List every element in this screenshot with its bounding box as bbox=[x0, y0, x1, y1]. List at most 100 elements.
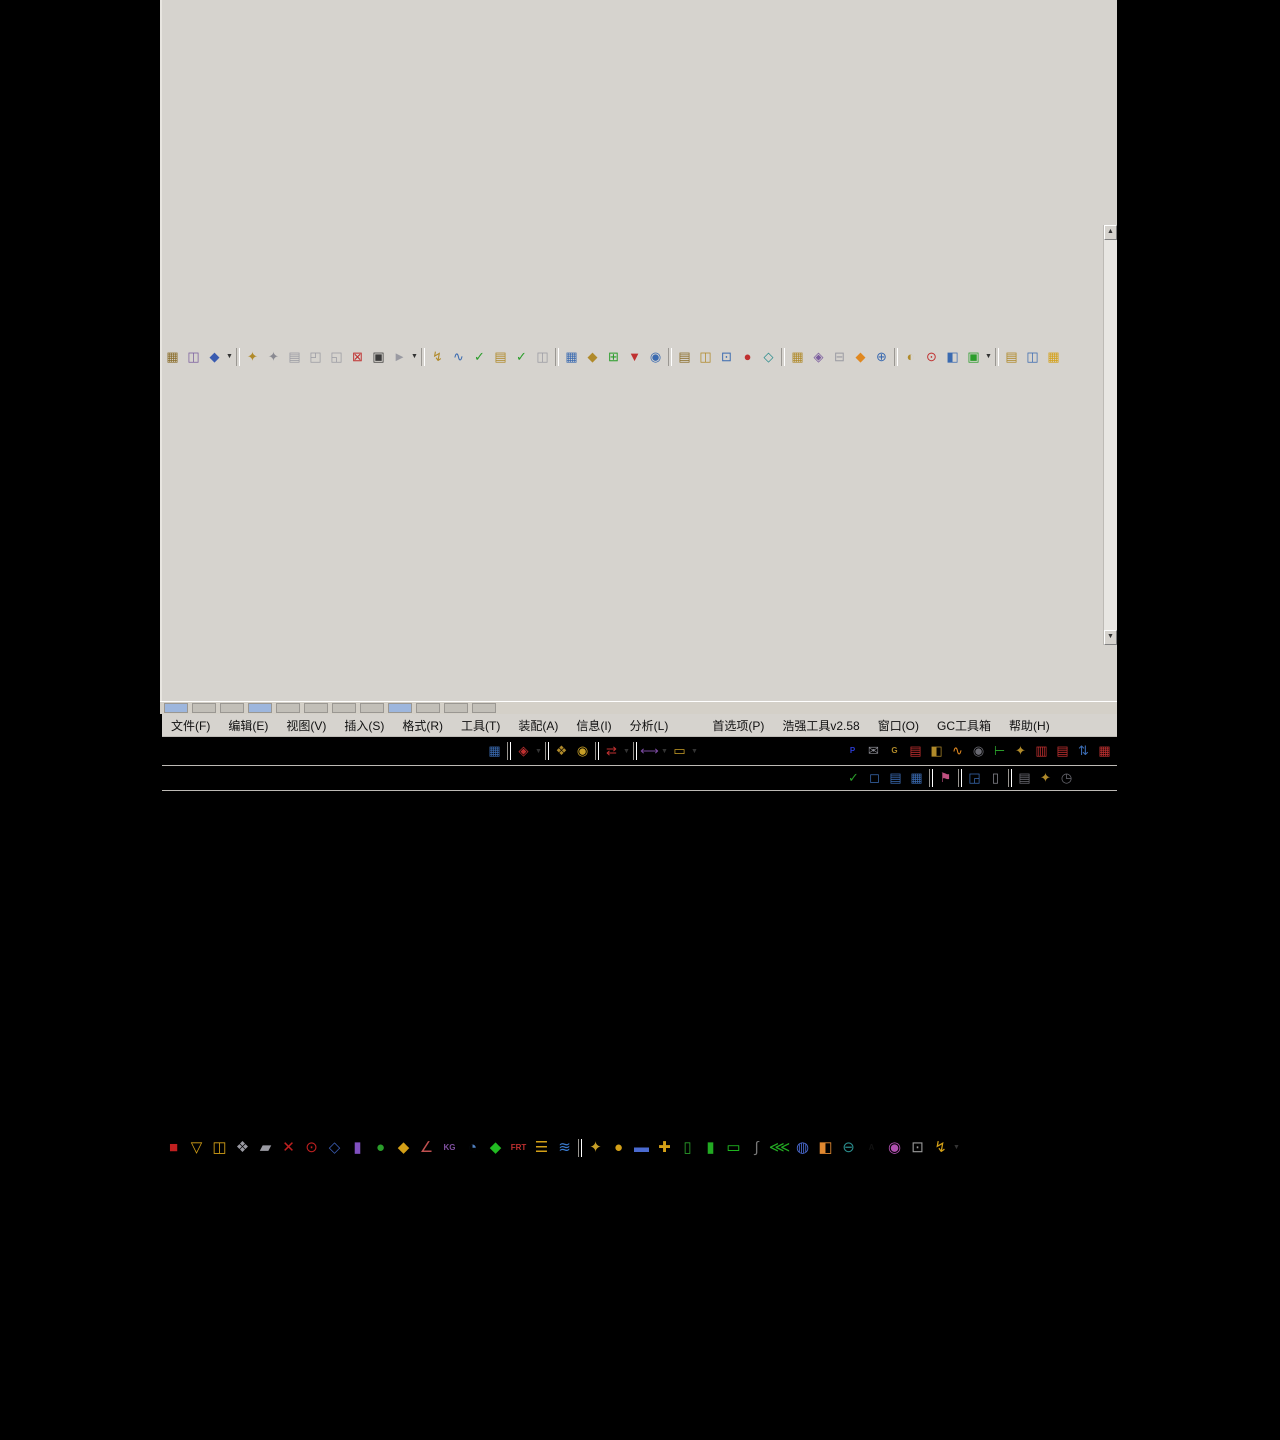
diamond-teal-icon[interactable]: ◇ bbox=[758, 347, 779, 367]
rotate-view-icon[interactable]: ❖ bbox=[551, 741, 572, 761]
component-delete-icon[interactable]: ⊠ bbox=[347, 347, 368, 367]
tool-box-icon[interactable]: ◧ bbox=[926, 741, 947, 761]
ruler-icon[interactable]: ▭ bbox=[669, 741, 690, 761]
frt-icon[interactable]: FRT bbox=[507, 1136, 530, 1160]
menu-item-14[interactable]: 帮助(H) bbox=[1000, 715, 1059, 736]
gem-icon[interactable]: ◈ bbox=[808, 347, 829, 367]
sequence-icon[interactable]: ↯ bbox=[427, 347, 448, 367]
menu-item-9[interactable]: 分析(L) bbox=[621, 715, 678, 736]
menu-item-11[interactable]: 浩强工具v2.58 bbox=[773, 715, 868, 736]
menu-item-8[interactable]: 信息(I) bbox=[567, 715, 620, 736]
dropdown-arrow-icon[interactable]: ▼ bbox=[690, 742, 699, 760]
sheet-gray-icon[interactable]: ▰ bbox=[254, 1136, 277, 1160]
half-icon[interactable]: ◐ bbox=[900, 347, 921, 367]
spheres-icon[interactable]: ● bbox=[607, 1136, 630, 1160]
green-grid-icon[interactable]: ▣ bbox=[963, 347, 984, 367]
generate-check-icon[interactable]: ✓ bbox=[843, 768, 864, 788]
menu-item-2[interactable]: 编辑(E) bbox=[219, 715, 277, 736]
wireframe-edit-icon[interactable]: ◈ bbox=[513, 741, 534, 761]
scroll-down-icon[interactable]: ▼ bbox=[1104, 630, 1117, 645]
dropdown-arrow-icon[interactable]: ▼ bbox=[952, 1139, 961, 1157]
list-gold-icon[interactable]: ▤ bbox=[1001, 347, 1022, 367]
toggle-axis-icon[interactable]: ⇄ bbox=[601, 741, 622, 761]
drop-red-icon[interactable]: ▼ bbox=[624, 347, 645, 367]
dot-bar-icon[interactable]: ▯ bbox=[676, 1136, 699, 1160]
green-fork-icon[interactable]: ⋘ bbox=[768, 1136, 791, 1160]
menu-item-1[interactable]: 文件(F) bbox=[162, 715, 219, 736]
angle-icon[interactable]: ∠ bbox=[415, 1136, 438, 1160]
component-gray-icon[interactable]: ◰ bbox=[305, 347, 326, 367]
spline-icon[interactable]: ∿ bbox=[947, 741, 968, 761]
bolt-gold-icon[interactable]: ↯ bbox=[929, 1136, 952, 1160]
gold-body-icon[interactable]: ◆ bbox=[392, 1136, 415, 1160]
pan-view-icon[interactable]: ◉ bbox=[572, 741, 593, 761]
dropdown-arrow-icon[interactable]: ▼ bbox=[225, 348, 234, 366]
new-part-icon[interactable]: ▦ bbox=[162, 347, 183, 367]
blue-box-icon[interactable]: ◆ bbox=[204, 347, 225, 367]
palette-icon[interactable]: ◉ bbox=[883, 1136, 906, 1160]
red-cube-icon[interactable]: ■ bbox=[162, 1136, 185, 1160]
plane-icon[interactable]: ❖ bbox=[231, 1136, 254, 1160]
component-gray2-icon[interactable]: ◱ bbox=[326, 347, 347, 367]
clock-icon[interactable]: ◷ bbox=[1056, 768, 1077, 788]
collapse-icon[interactable]: ⊟ bbox=[829, 347, 850, 367]
green-rect-icon[interactable]: ▭ bbox=[722, 1136, 745, 1160]
sphere-box-icon[interactable]: ◍ bbox=[791, 1136, 814, 1160]
tray-icon[interactable]: ▽ bbox=[185, 1136, 208, 1160]
wrench-icon[interactable]: ✦ bbox=[1010, 741, 1031, 761]
resequence-icon[interactable]: ⇅ bbox=[1073, 741, 1094, 761]
linked-cubes-icon[interactable]: ◆ bbox=[484, 1136, 507, 1160]
toolpath-list-icon[interactable]: ▤ bbox=[1052, 741, 1073, 761]
reorder-icon[interactable]: ∿ bbox=[448, 347, 469, 367]
dot-red-icon[interactable]: ● bbox=[737, 347, 758, 367]
output-list-icon[interactable]: ▤ bbox=[905, 741, 926, 761]
shade-icon[interactable]: ◧ bbox=[942, 347, 963, 367]
green-pin-icon[interactable]: ▮ bbox=[699, 1136, 722, 1160]
shop-doc-icon[interactable]: ▦ bbox=[906, 768, 927, 788]
component-copy-icon[interactable]: ▤ bbox=[284, 347, 305, 367]
text-icon[interactable]: A bbox=[860, 1136, 883, 1160]
post-nc-icon[interactable]: P bbox=[842, 741, 863, 761]
taskbar[interactable] bbox=[160, 701, 1117, 714]
circle-dim-icon[interactable]: ⊙ bbox=[300, 1136, 323, 1160]
dropdown-arrow-icon[interactable]: ▼ bbox=[534, 742, 543, 760]
doc-icon[interactable]: ▯ bbox=[985, 768, 1006, 788]
component-info-icon[interactable]: ▣ bbox=[368, 347, 389, 367]
rainbow-wand-icon[interactable]: ▮ bbox=[346, 1136, 369, 1160]
layer-stack-icon[interactable]: ≋ bbox=[553, 1136, 576, 1160]
target-blue-icon[interactable]: ◉ bbox=[645, 347, 666, 367]
measure-distance-icon[interactable]: ⟷ bbox=[639, 741, 660, 761]
compare-doc-icon[interactable]: ◫ bbox=[532, 347, 553, 367]
add-grid-icon[interactable]: ⊞ bbox=[603, 347, 624, 367]
flag-icon[interactable]: ⚑ bbox=[935, 768, 956, 788]
tree-list-icon[interactable]: ☰ bbox=[530, 1136, 553, 1160]
pour-icon[interactable]: ◔ bbox=[461, 1136, 484, 1160]
menu-item-4[interactable]: 插入(S) bbox=[335, 715, 393, 736]
menu-item-10[interactable]: 首选项(P) bbox=[703, 715, 773, 736]
section-x-icon[interactable]: ✕ bbox=[277, 1136, 300, 1160]
orange-part-icon[interactable]: ◆ bbox=[850, 347, 871, 367]
orange-cube-icon[interactable]: ◧ bbox=[814, 1136, 837, 1160]
menu-item-13[interactable]: GC工具箱 bbox=[928, 715, 1000, 736]
g-code-icon[interactable]: G bbox=[884, 741, 905, 761]
setup-list-icon[interactable]: ▦ bbox=[1094, 741, 1115, 761]
table-blue-icon[interactable]: ▦ bbox=[561, 347, 582, 367]
tube-icon[interactable]: ▬ bbox=[630, 1136, 653, 1160]
machine-tree-icon[interactable]: ⊢ bbox=[989, 741, 1010, 761]
gold-grid-icon[interactable]: ▦ bbox=[1043, 347, 1064, 367]
gold-part-icon[interactable]: ◆ bbox=[582, 347, 603, 367]
weight-icon[interactable]: KG bbox=[438, 1136, 461, 1160]
verify-face-icon[interactable]: ◉ bbox=[968, 741, 989, 761]
cylinder-green-icon[interactable]: ● bbox=[369, 1136, 392, 1160]
dropdown-arrow-icon[interactable]: ▼ bbox=[622, 742, 631, 760]
bound-box-icon[interactable]: ◫ bbox=[208, 1136, 231, 1160]
circle-red-icon[interactable]: ⊙ bbox=[921, 347, 942, 367]
window-icon[interactable]: ◫ bbox=[695, 347, 716, 367]
plus-circle-icon[interactable]: ⊕ bbox=[871, 347, 892, 367]
menu-item-12[interactable]: 窗口(O) bbox=[869, 715, 928, 736]
component-wrench-icon[interactable]: ✦ bbox=[242, 347, 263, 367]
pattern-icon[interactable]: ⊡ bbox=[906, 1136, 929, 1160]
curve-dim-icon[interactable]: ∫ bbox=[745, 1136, 768, 1160]
open-assembly-icon[interactable]: ◫ bbox=[183, 347, 204, 367]
sheet-icon[interactable]: ▤ bbox=[674, 347, 695, 367]
